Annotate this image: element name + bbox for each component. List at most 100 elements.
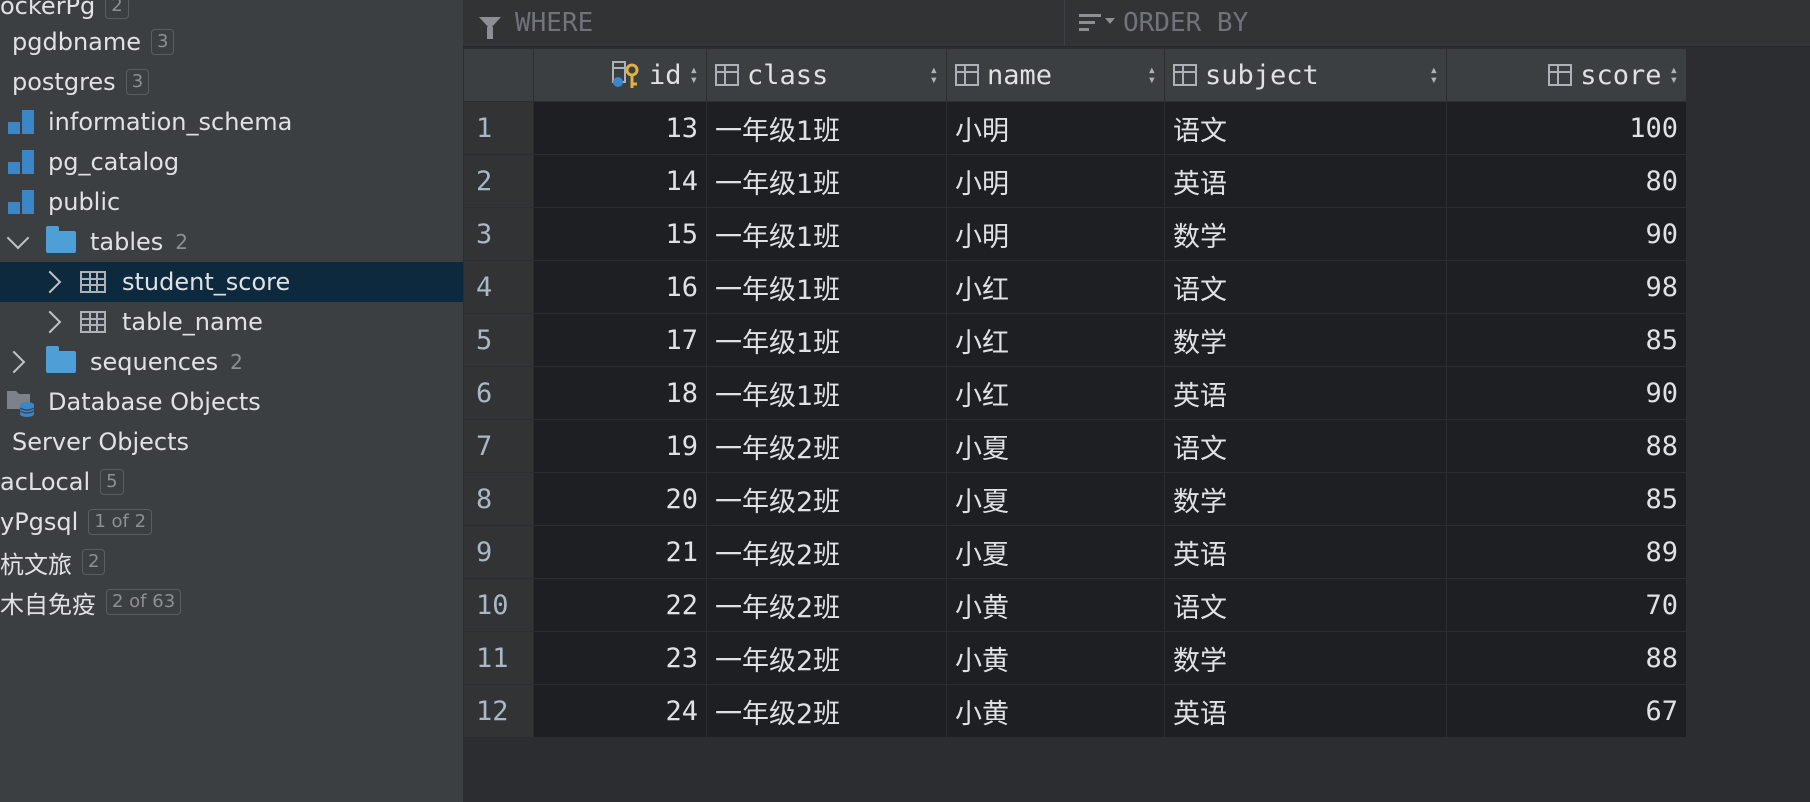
cell-score[interactable]: 90 xyxy=(1446,366,1687,420)
cell-score[interactable]: 70 xyxy=(1446,578,1687,632)
cell-class[interactable]: 一年级2班 xyxy=(706,472,947,526)
tree-item-maclocal[interactable]: acLocal 5 xyxy=(0,462,463,502)
cell-subject[interactable]: 数学 xyxy=(1164,313,1447,367)
cell-name[interactable]: 小夏 xyxy=(946,472,1165,526)
column-header-subject[interactable]: subject ▴ ▾ xyxy=(1164,48,1447,102)
cell-id[interactable]: 24 xyxy=(533,684,707,738)
cell-score[interactable]: 85 xyxy=(1446,472,1687,526)
sort-toggle-icon[interactable]: ▴ ▾ xyxy=(930,63,938,87)
cell-id[interactable]: 18 xyxy=(533,366,707,420)
cell-subject[interactable]: 语文 xyxy=(1164,578,1447,632)
row-number-cell[interactable]: 6 xyxy=(463,366,534,420)
sort-toggle-icon[interactable]: ▴ ▾ xyxy=(690,63,698,87)
row-number-cell[interactable]: 2 xyxy=(463,154,534,208)
cell-class[interactable]: 一年级2班 xyxy=(706,419,947,473)
sort-toggle-icon[interactable]: ▴ ▾ xyxy=(1670,63,1678,87)
tree-item-mypgsql[interactable]: yPgsql 1 of 2 xyxy=(0,502,463,542)
cell-name[interactable]: 小明 xyxy=(946,101,1165,155)
sort-toggle-icon[interactable]: ▴ ▾ xyxy=(1430,63,1438,87)
cell-class[interactable]: 一年级1班 xyxy=(706,207,947,261)
tree-item-pgdbname[interactable]: pgdbname 3 xyxy=(0,22,463,62)
cell-class[interactable]: 一年级1班 xyxy=(706,260,947,314)
cell-id[interactable]: 19 xyxy=(533,419,707,473)
table-row[interactable]: 1 13 一年级1班 小明 语文 100 xyxy=(463,101,1687,155)
cell-subject[interactable]: 语文 xyxy=(1164,260,1447,314)
cell-subject[interactable]: 英语 xyxy=(1164,684,1447,738)
sort-toggle-icon[interactable]: ▴ ▾ xyxy=(1148,63,1156,87)
cell-score[interactable]: 98 xyxy=(1446,260,1687,314)
table-row[interactable]: 12 24 一年级2班 小黄 英语 67 xyxy=(463,684,1687,738)
table-row[interactable]: 8 20 一年级2班 小夏 数学 85 xyxy=(463,472,1687,526)
cell-subject[interactable]: 数学 xyxy=(1164,207,1447,261)
table-row[interactable]: 11 23 一年级2班 小黄 数学 88 xyxy=(463,631,1687,685)
cell-id[interactable]: 17 xyxy=(533,313,707,367)
cell-id[interactable]: 20 xyxy=(533,472,707,526)
row-number-cell[interactable]: 9 xyxy=(463,525,534,579)
cell-subject[interactable]: 英语 xyxy=(1164,525,1447,579)
tree-item-tables[interactable]: tables 2 xyxy=(0,222,463,262)
row-number-cell[interactable]: 12 xyxy=(463,684,534,738)
cell-score[interactable]: 89 xyxy=(1446,525,1687,579)
cell-id[interactable]: 16 xyxy=(533,260,707,314)
cell-class[interactable]: 一年级1班 xyxy=(706,366,947,420)
cell-id[interactable]: 22 xyxy=(533,578,707,632)
cell-id[interactable]: 13 xyxy=(533,101,707,155)
tree-item-autoimmune[interactable]: 木自免疫 2 of 63 xyxy=(0,582,463,622)
table-row[interactable]: 5 17 一年级1班 小红 数学 85 xyxy=(463,313,1687,367)
cell-class[interactable]: 一年级2班 xyxy=(706,631,947,685)
cell-class[interactable]: 一年级2班 xyxy=(706,684,947,738)
table-row[interactable]: 6 18 一年级1班 小红 英语 90 xyxy=(463,366,1687,420)
table-row[interactable]: 7 19 一年级2班 小夏 语文 88 xyxy=(463,419,1687,473)
tree-item-pg-catalog[interactable]: pg_catalog xyxy=(0,142,463,182)
tree-item-table-name[interactable]: table_name xyxy=(0,302,463,342)
where-filter-input[interactable]: WHERE xyxy=(479,0,593,46)
cell-name[interactable]: 小夏 xyxy=(946,419,1165,473)
row-number-cell[interactable]: 10 xyxy=(463,578,534,632)
tree-item-public[interactable]: public xyxy=(0,182,463,222)
cell-name[interactable]: 小明 xyxy=(946,154,1165,208)
cell-subject[interactable]: 数学 xyxy=(1164,472,1447,526)
cell-id[interactable]: 21 xyxy=(533,525,707,579)
cell-subject[interactable]: 英语 xyxy=(1164,154,1447,208)
cell-id[interactable]: 15 xyxy=(533,207,707,261)
tree-item-student-score[interactable]: student_score xyxy=(0,262,463,302)
cell-name[interactable]: 小黄 xyxy=(946,631,1165,685)
cell-subject[interactable]: 语文 xyxy=(1164,419,1447,473)
cell-name[interactable]: 小红 xyxy=(946,260,1165,314)
cell-name[interactable]: 小明 xyxy=(946,207,1165,261)
table-row[interactable]: 9 21 一年级2班 小夏 英语 89 xyxy=(463,525,1687,579)
cell-name[interactable]: 小黄 xyxy=(946,684,1165,738)
cell-class[interactable]: 一年级1班 xyxy=(706,154,947,208)
cell-name[interactable]: 小夏 xyxy=(946,525,1165,579)
column-header-class[interactable]: class ▴ ▾ xyxy=(706,48,947,102)
cell-score[interactable]: 100 xyxy=(1446,101,1687,155)
column-header-id[interactable]: id ▴ ▾ xyxy=(533,48,707,102)
cell-subject[interactable]: 语文 xyxy=(1164,101,1447,155)
cell-subject[interactable]: 数学 xyxy=(1164,631,1447,685)
cell-class[interactable]: 一年级2班 xyxy=(706,578,947,632)
tree-item-sequences[interactable]: sequences 2 xyxy=(0,342,463,382)
column-header-name[interactable]: name ▴ ▾ xyxy=(946,48,1165,102)
cell-score[interactable]: 67 xyxy=(1446,684,1687,738)
row-number-cell[interactable]: 5 xyxy=(463,313,534,367)
tree-item-database-objects[interactable]: Database Objects xyxy=(0,382,463,422)
cell-id[interactable]: 23 xyxy=(533,631,707,685)
table-row[interactable]: 3 15 一年级1班 小明 数学 90 xyxy=(463,207,1687,261)
row-number-cell[interactable]: 3 xyxy=(463,207,534,261)
cell-name[interactable]: 小红 xyxy=(946,313,1165,367)
table-row[interactable]: 10 22 一年级2班 小黄 语文 70 xyxy=(463,578,1687,632)
column-header-score[interactable]: score ▴ ▾ xyxy=(1446,48,1687,102)
tree-item-hangzhou-culture-tourism[interactable]: 杭文旅 2 xyxy=(0,542,463,582)
cell-score[interactable]: 88 xyxy=(1446,419,1687,473)
tree-item-postgres[interactable]: postgres 3 xyxy=(0,62,463,102)
chevron-right-icon[interactable] xyxy=(38,310,62,334)
cell-class[interactable]: 一年级2班 xyxy=(706,525,947,579)
row-number-cell[interactable]: 4 xyxy=(463,260,534,314)
table-row[interactable]: 2 14 一年级1班 小明 英语 80 xyxy=(463,154,1687,208)
row-number-cell[interactable]: 8 xyxy=(463,472,534,526)
row-number-cell[interactable]: 11 xyxy=(463,631,534,685)
tree-item-information-schema[interactable]: information_schema xyxy=(0,102,463,142)
cell-name[interactable]: 小红 xyxy=(946,366,1165,420)
cell-name[interactable]: 小黄 xyxy=(946,578,1165,632)
chevron-right-icon[interactable] xyxy=(2,350,26,374)
